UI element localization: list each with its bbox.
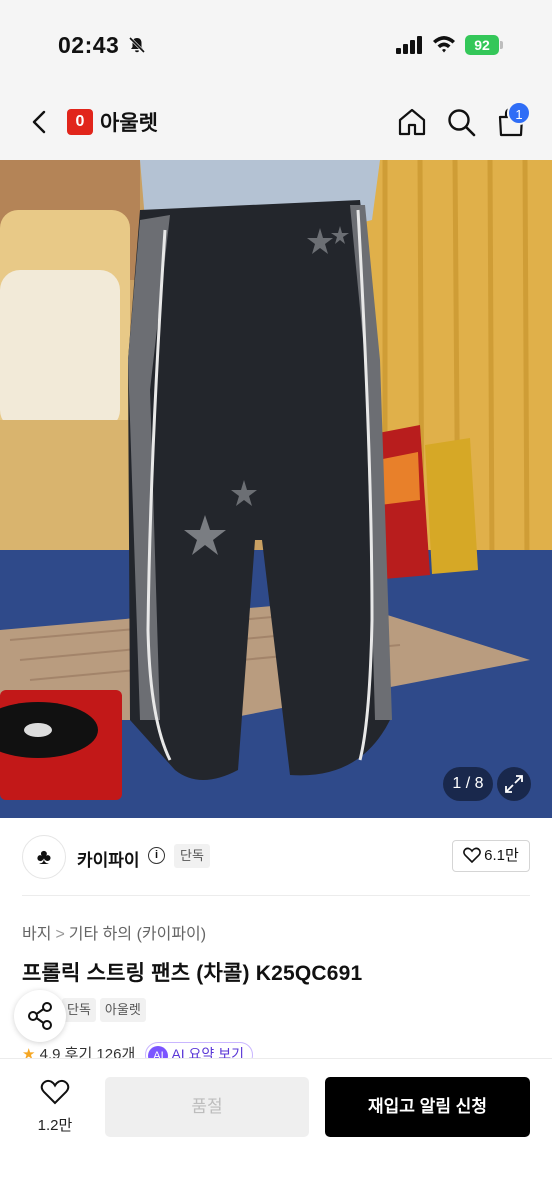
breadcrumb: 바지 > 기타 하의 (카이파이)	[22, 920, 206, 944]
heart-icon	[40, 1079, 70, 1105]
status-bar: 02:43 92	[0, 0, 552, 92]
breadcrumb-separator: >	[55, 926, 65, 943]
battery-tip	[500, 41, 503, 49]
brand-name[interactable]: 카이파이	[77, 846, 140, 871]
info-icon[interactable]: i	[148, 847, 165, 864]
exclusive-tag: 단독	[174, 844, 210, 868]
product-tag: 아울렛	[99, 998, 146, 1022]
signal-icon	[396, 36, 422, 54]
restock-alert-button[interactable]: 재입고 알림 신청	[325, 1077, 530, 1137]
brand-like-count: 6.1만	[484, 847, 519, 864]
breadcrumb-item-category[interactable]: 바지	[22, 926, 51, 943]
share-icon	[28, 1002, 52, 1030]
product-tag: 단독	[62, 998, 96, 1022]
chevron-left-icon[interactable]	[26, 108, 54, 136]
cart-count-badge: 1	[507, 101, 531, 125]
search-icon[interactable]	[445, 106, 477, 138]
share-button[interactable]	[14, 990, 66, 1042]
breadcrumb-item-subcategory[interactable]: 기타 하의 (카이파이)	[69, 926, 206, 943]
wishlist-button[interactable]: 1.2만	[30, 1079, 80, 1135]
brand-row: ♣ 카이파이 i 단독 6.1만	[0, 818, 552, 896]
status-time: 02:43	[58, 32, 120, 58]
wishlist-count: 1.2만	[37, 1117, 73, 1134]
expand-icon	[505, 775, 523, 793]
divider	[22, 895, 530, 896]
wifi-icon	[433, 36, 455, 53]
expand-button[interactable]	[497, 767, 531, 801]
outlet-logo[interactable]: 0	[67, 109, 93, 135]
bell-slash-icon	[128, 36, 146, 54]
gallery-page-indicator: 1 / 8	[443, 767, 493, 801]
product-title: 프롤릭 스트링 팬츠 (차콜) K25QC691	[22, 962, 363, 985]
brand-like-button[interactable]: 6.1만	[452, 840, 530, 872]
heart-icon	[463, 847, 482, 864]
product-image[interactable]	[0, 160, 552, 818]
product-photo-illustration	[0, 160, 552, 818]
store-name[interactable]: 아울렛	[100, 107, 158, 137]
product-tags: 단독 아울렛	[62, 998, 150, 1022]
nav-bar: 0 아울렛	[0, 92, 552, 160]
battery-indicator: 92	[465, 35, 499, 55]
bottom-action-bar: 1.2만 품절 재입고 알림 신청	[0, 1058, 552, 1200]
soldout-button[interactable]: 품절	[105, 1077, 309, 1137]
brand-avatar[interactable]: ♣	[22, 835, 66, 879]
home-icon[interactable]	[396, 106, 428, 138]
